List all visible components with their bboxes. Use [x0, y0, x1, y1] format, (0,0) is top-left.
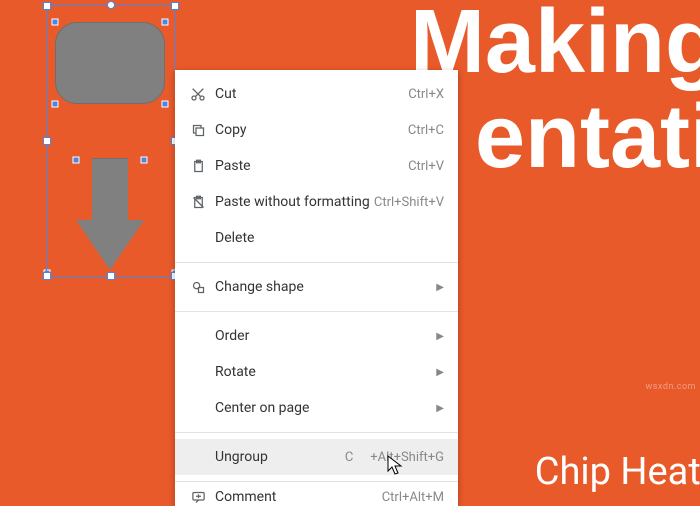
change-shape-icon [187, 280, 209, 295]
menu-separator [175, 262, 458, 263]
menu-paste-shortcut: Ctrl+V [408, 159, 444, 174]
menu-paste-plain-shortcut: Ctrl+Shift+V [374, 195, 444, 210]
menu-order[interactable]: Order ▶ [175, 318, 458, 354]
presentation-author: Chip Heatl [535, 450, 700, 494]
resize-handle-bl[interactable] [43, 272, 51, 280]
group-selection-box[interactable] [46, 5, 176, 277]
resize-handle-tr[interactable] [171, 2, 179, 10]
menu-ungroup-label: Ungroup [209, 449, 345, 465]
menu-rotate[interactable]: Rotate ▶ [175, 354, 458, 390]
menu-separator [175, 311, 458, 312]
menu-copy-shortcut: Ctrl+C [408, 123, 444, 138]
menu-separator [175, 481, 458, 482]
menu-ungroup-shortcut: C+Alt+Shift+G [345, 450, 444, 465]
submenu-arrow-icon: ▶ [436, 367, 444, 378]
source-tag: wsxdn.com [646, 382, 696, 392]
menu-cut-label: Cut [209, 86, 408, 102]
menu-delete[interactable]: Delete [175, 220, 458, 256]
cut-icon [187, 86, 209, 102]
menu-copy-label: Copy [209, 122, 408, 138]
menu-cut-shortcut: Ctrl+X [408, 87, 444, 102]
menu-paste-without-formatting[interactable]: Paste without formatting Ctrl+Shift+V [175, 184, 458, 220]
menu-paste-plain-label: Paste without formatting [209, 194, 374, 210]
paste-icon [187, 159, 209, 174]
resize-handle-ml[interactable] [43, 137, 51, 145]
title-line-2: entati [475, 90, 700, 185]
resize-handle-mb[interactable] [107, 272, 115, 280]
comment-icon [187, 490, 209, 505]
menu-ungroup[interactable]: Ungroup C+Alt+Shift+G [175, 439, 458, 475]
submenu-arrow-icon: ▶ [436, 403, 444, 414]
menu-comment-shortcut: Ctrl+Alt+M [382, 490, 444, 505]
menu-comment-label: Comment [209, 489, 382, 505]
menu-change-shape-label: Change shape [209, 279, 436, 295]
menu-separator [175, 432, 458, 433]
menu-change-shape[interactable]: Change shape ▶ [175, 269, 458, 305]
menu-rotate-label: Rotate [209, 364, 436, 380]
slide-canvas[interactable]: Making entati Chip Heatl TheWindowsClub [0, 0, 700, 500]
menu-center-label: Center on page [209, 400, 436, 416]
copy-icon [187, 123, 209, 138]
context-menu: Cut Ctrl+X Copy Ctrl+C Paste Ctrl+V Past… [175, 70, 458, 506]
rotate-handle[interactable] [107, 1, 115, 9]
menu-comment[interactable]: Comment Ctrl+Alt+M [175, 488, 458, 506]
menu-paste[interactable]: Paste Ctrl+V [175, 148, 458, 184]
menu-center-on-page[interactable]: Center on page ▶ [175, 390, 458, 426]
submenu-arrow-icon: ▶ [436, 331, 444, 342]
resize-handle-tl[interactable] [43, 2, 51, 10]
paste-plain-icon [187, 195, 209, 210]
menu-copy[interactable]: Copy Ctrl+C [175, 112, 458, 148]
submenu-arrow-icon: ▶ [436, 282, 444, 293]
menu-paste-label: Paste [209, 158, 408, 174]
menu-order-label: Order [209, 328, 436, 344]
menu-delete-label: Delete [209, 230, 444, 246]
menu-cut[interactable]: Cut Ctrl+X [175, 76, 458, 112]
